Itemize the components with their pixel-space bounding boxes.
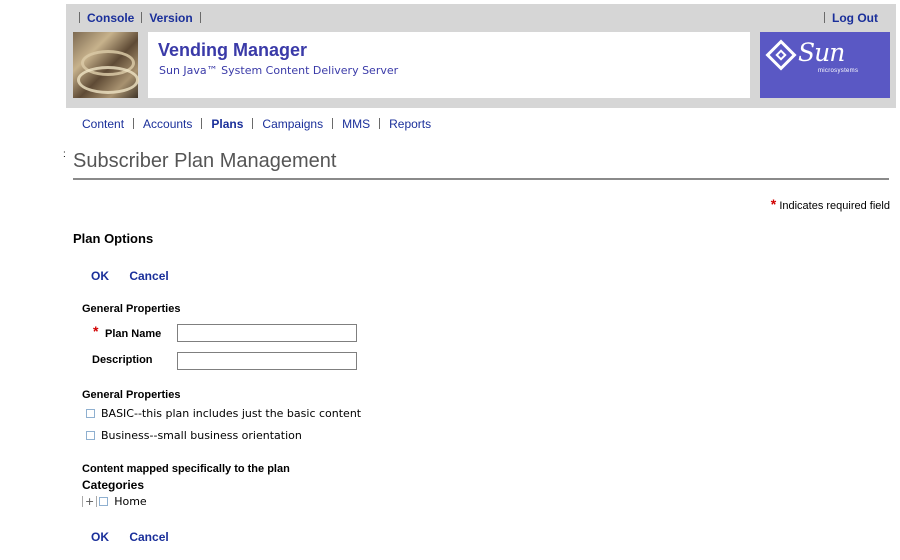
tab-content[interactable]: Content (82, 117, 124, 131)
ok-button[interactable]: OK (91, 530, 109, 544)
top-button-row: OK Cancel (91, 269, 186, 283)
app-title: Vending Manager (158, 40, 308, 60)
general-properties-heading: General Properties (82, 389, 181, 401)
version-link[interactable]: Version (149, 11, 192, 25)
general-properties-heading: General Properties (82, 303, 181, 315)
tab-reports[interactable]: Reports (389, 117, 431, 131)
title-divider (73, 178, 889, 180)
tab-accounts[interactable]: Accounts (143, 117, 192, 131)
product-image (73, 32, 139, 98)
option-basic: BASIC--this plan includes just the basic… (86, 407, 361, 420)
separator (252, 118, 254, 129)
sun-logo-subtext: microsystems (818, 68, 859, 74)
tree-line (82, 496, 83, 507)
business-option-label: Business--small business orientation (101, 429, 302, 442)
utility-links-right: Log Out (817, 11, 878, 25)
separator (141, 12, 143, 23)
ring-decoration (77, 66, 139, 94)
required-star-icon: * (770, 196, 777, 212)
separator (332, 118, 334, 129)
separator (79, 12, 80, 23)
description-label: Description (92, 354, 153, 366)
separator (133, 118, 135, 129)
tab-campaigns[interactable]: Campaigns (262, 117, 323, 131)
logout-link[interactable]: Log Out (832, 11, 878, 25)
app-subtitle: Sun Java™ System Content Delivery Server (159, 64, 399, 77)
utility-links-left: Console Version (72, 11, 208, 25)
application-title-box: Vending Manager Sun Java™ System Content… (148, 32, 750, 98)
basic-checkbox[interactable] (86, 409, 95, 418)
required-note-text: Indicates required field (779, 200, 890, 212)
required-star-icon: * (93, 323, 99, 339)
tree-line (96, 496, 98, 507)
tree-item-home: Home (114, 495, 147, 508)
masthead: Console Version Log Out Vending Manager S… (66, 4, 896, 108)
business-checkbox[interactable] (86, 431, 95, 440)
main-tabs: Content Accounts Plans Campaigns MMS Reports (82, 117, 431, 131)
sun-logo: Sun microsystems (760, 32, 890, 98)
plan-name-label: Plan Name (105, 328, 162, 340)
home-checkbox[interactable] (99, 497, 109, 506)
separator (824, 12, 826, 23)
cancel-button[interactable]: Cancel (129, 269, 168, 283)
categories-label: Categories (82, 478, 145, 492)
utility-bar: Console Version Log Out (66, 4, 896, 30)
sun-logo-text: Sun (798, 38, 845, 67)
separator (379, 118, 381, 129)
basic-option-label: BASIC--this plan includes just the basic… (101, 407, 362, 420)
description-input[interactable] (177, 352, 357, 370)
console-link[interactable]: Console (87, 11, 134, 25)
sun-logo-icon (765, 39, 797, 71)
section-title: Plan Options (73, 231, 154, 246)
bottom-button-row: OK Cancel (91, 530, 186, 544)
expand-plus-icon[interactable]: + (85, 495, 94, 508)
stray-mark: : (63, 149, 66, 160)
option-business: Business--small business orientation (86, 429, 302, 442)
category-tree: + Home (82, 495, 147, 508)
required-field-note: * Indicates required field (771, 196, 890, 212)
tab-mms[interactable]: MMS (342, 117, 370, 131)
plan-name-input[interactable] (177, 324, 357, 342)
separator (199, 12, 201, 23)
content-mapping-heading: Content mapped specifically to the plan (82, 463, 290, 475)
tab-plans[interactable]: Plans (211, 117, 243, 131)
cancel-button[interactable]: Cancel (129, 530, 168, 544)
ok-button[interactable]: OK (91, 269, 109, 283)
page-title: Subscriber Plan Management (73, 150, 337, 172)
separator (201, 118, 203, 129)
